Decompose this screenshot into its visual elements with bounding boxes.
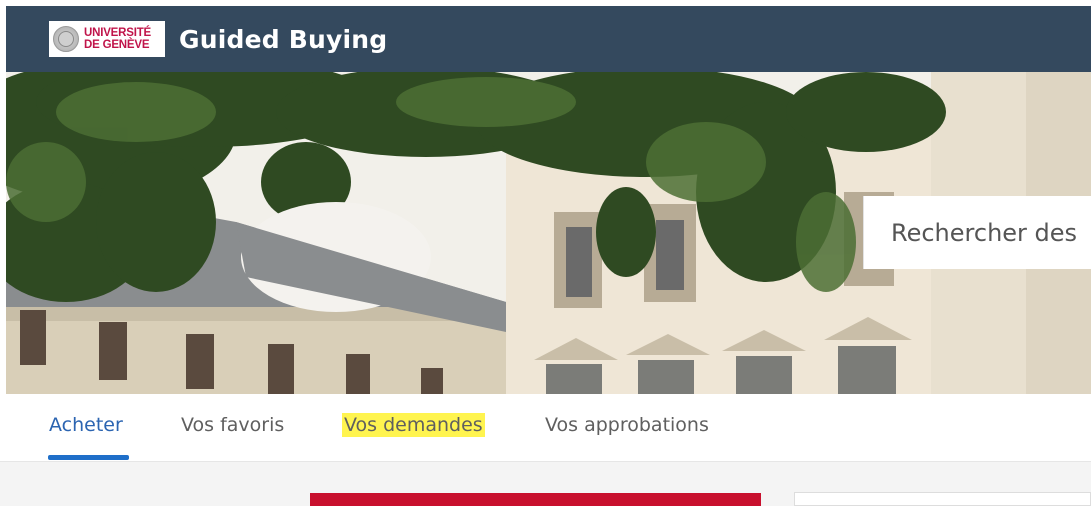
tab-vos-demandes-label: Vos demandes (342, 413, 485, 437)
tab-acheter[interactable]: Acheter (49, 414, 123, 436)
tab-vos-favoris[interactable]: Vos favoris (181, 414, 284, 436)
university-seal-icon (53, 26, 79, 52)
app-title: Guided Buying (179, 24, 388, 54)
tab-bar: Acheter Vos favoris Vos demandes Vos app… (0, 394, 1091, 462)
logo-text: UNIVERSITÉ DE GENÈVE (84, 27, 151, 51)
active-tab-indicator (48, 455, 129, 460)
tab-vos-approbations[interactable]: Vos approbations (545, 414, 709, 436)
university-logo[interactable]: UNIVERSITÉ DE GENÈVE (49, 21, 165, 57)
search-input[interactable]: Rechercher des (863, 196, 1091, 269)
app-header: UNIVERSITÉ DE GENÈVE Guided Buying (6, 6, 1091, 72)
promo-banner[interactable] (310, 493, 761, 506)
content-card[interactable] (794, 492, 1091, 506)
logo-line-2: DE GENÈVE (84, 39, 150, 51)
logo-line-1: UNIVERSITÉ (84, 27, 152, 39)
tab-vos-demandes[interactable]: Vos demandes (342, 413, 485, 437)
main-content (0, 462, 1091, 506)
